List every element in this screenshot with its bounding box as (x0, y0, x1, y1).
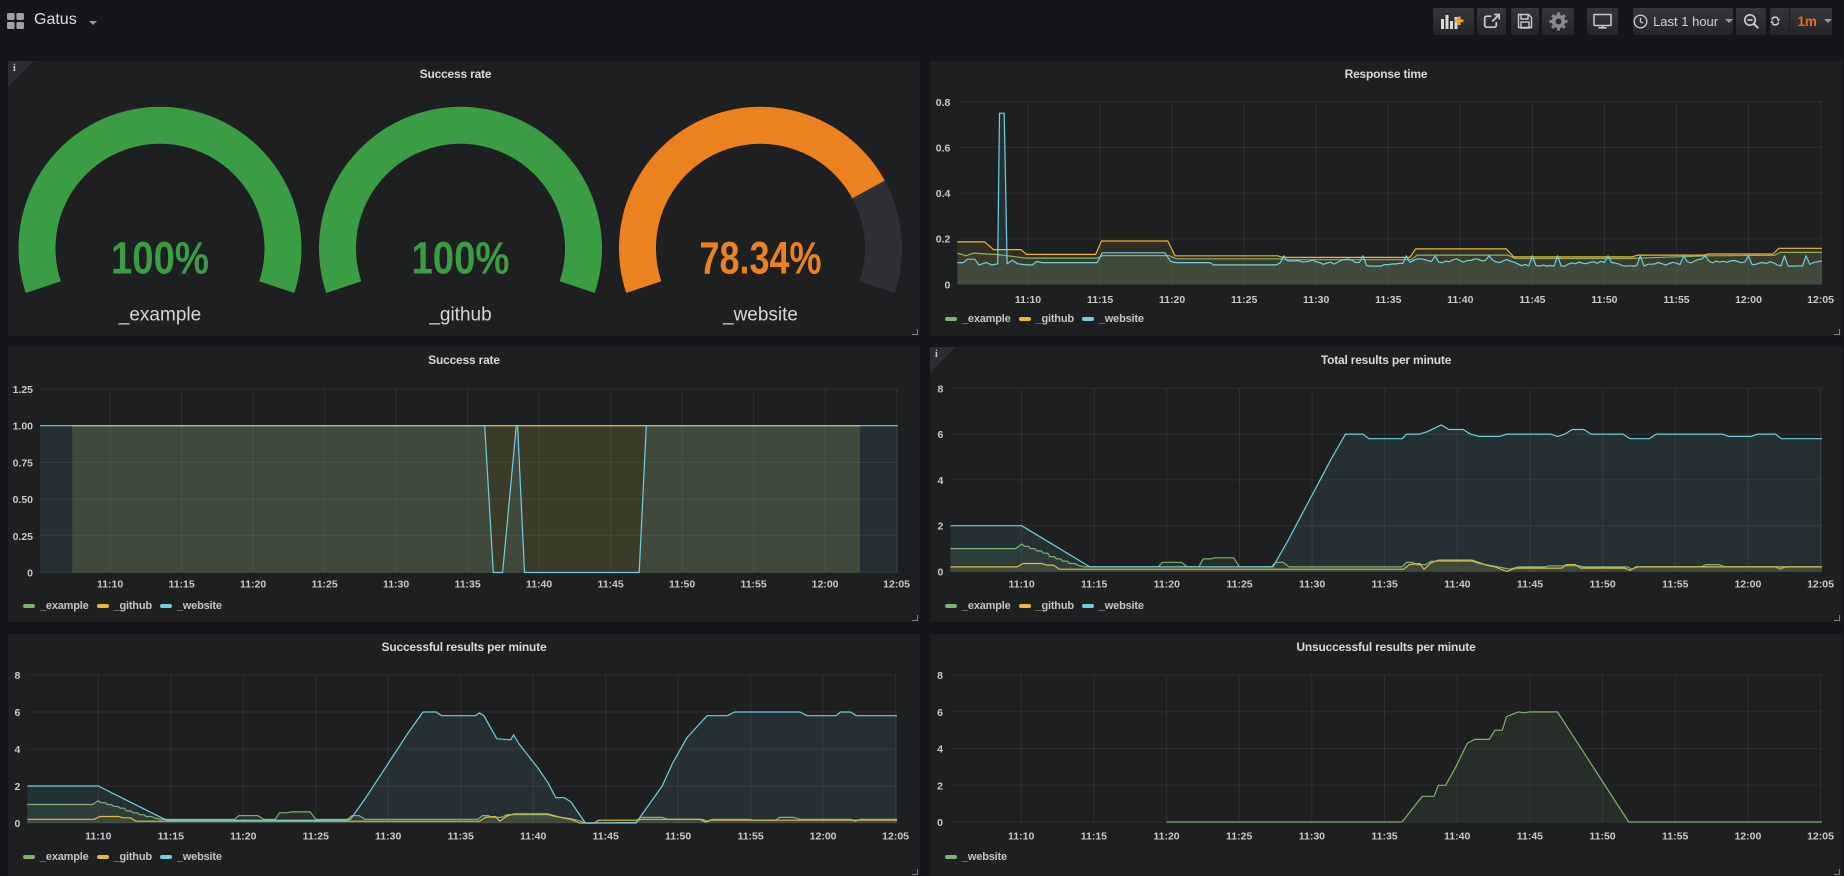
svg-text:11:55: 11:55 (1662, 579, 1688, 591)
svg-text:11:55: 11:55 (1663, 294, 1689, 306)
svg-text:_github: _github (428, 304, 491, 325)
svg-text:11:35: 11:35 (454, 579, 480, 591)
svg-text:0: 0 (27, 568, 33, 580)
svg-text:11:15: 11:15 (168, 579, 194, 591)
svg-text:1.25: 1.25 (13, 384, 34, 396)
svg-text:11:45: 11:45 (1517, 579, 1543, 591)
svg-text:11:40: 11:40 (1447, 294, 1473, 306)
svg-text:11:25: 11:25 (1226, 579, 1252, 591)
svg-text:0.6: 0.6 (936, 142, 951, 154)
svg-text:11:10: 11:10 (1008, 831, 1034, 843)
svg-text:0: 0 (14, 818, 20, 830)
svg-text:11:50: 11:50 (665, 831, 691, 843)
svg-text:0.8: 0.8 (936, 97, 951, 109)
svg-text:11:25: 11:25 (1231, 294, 1257, 306)
svg-text:11:40: 11:40 (520, 831, 546, 843)
svg-text:0.50: 0.50 (13, 494, 34, 506)
svg-text:11:35: 11:35 (448, 831, 474, 843)
svg-text:0: 0 (938, 567, 944, 579)
svg-text:4: 4 (938, 475, 944, 487)
svg-text:12:00: 12:00 (1734, 579, 1761, 591)
svg-text:11:45: 11:45 (1517, 831, 1543, 843)
svg-text:11:50: 11:50 (669, 579, 695, 591)
svg-text:11:30: 11:30 (383, 579, 409, 591)
svg-text:11:50: 11:50 (1591, 294, 1617, 306)
svg-text:11:45: 11:45 (593, 831, 619, 843)
svg-text:12:00: 12:00 (810, 831, 837, 843)
svg-text:4: 4 (937, 744, 943, 756)
svg-text:11:30: 11:30 (1299, 831, 1325, 843)
svg-text:2: 2 (14, 781, 20, 793)
svg-text:2: 2 (937, 780, 943, 792)
svg-text:11:20: 11:20 (1153, 831, 1179, 843)
svg-text:11:40: 11:40 (1444, 579, 1470, 591)
svg-text:11:30: 11:30 (375, 831, 401, 843)
svg-text:11:35: 11:35 (1371, 831, 1397, 843)
svg-text:11:45: 11:45 (1519, 294, 1545, 306)
svg-text:11:20: 11:20 (1159, 294, 1185, 306)
svg-text:12:05: 12:05 (1807, 294, 1834, 306)
svg-text:8: 8 (14, 670, 20, 682)
svg-text:11:50: 11:50 (1589, 831, 1615, 843)
svg-text:78.34%: 78.34% (700, 232, 822, 283)
svg-text:100%: 100% (111, 232, 209, 283)
svg-text:0.4: 0.4 (936, 188, 951, 200)
svg-text:11:10: 11:10 (85, 831, 111, 843)
svg-text:8: 8 (938, 383, 944, 395)
svg-text:11:40: 11:40 (526, 579, 552, 591)
svg-text:11:20: 11:20 (1154, 579, 1180, 591)
svg-text:11:40: 11:40 (1444, 831, 1470, 843)
svg-text:11:30: 11:30 (1303, 294, 1329, 306)
svg-text:6: 6 (938, 429, 944, 441)
svg-text:12:00: 12:00 (1735, 294, 1762, 306)
svg-text:11:15: 11:15 (1081, 579, 1107, 591)
svg-text:_website: _website (722, 304, 798, 325)
svg-text:6: 6 (14, 707, 20, 719)
svg-text:8: 8 (937, 670, 943, 682)
svg-text:6: 6 (937, 707, 943, 719)
svg-text:0.2: 0.2 (936, 234, 951, 246)
svg-text:_example: _example (118, 304, 201, 325)
svg-text:0.25: 0.25 (13, 531, 34, 543)
svg-text:0: 0 (937, 817, 943, 829)
svg-text:11:15: 11:15 (158, 831, 184, 843)
svg-text:0.75: 0.75 (13, 457, 34, 469)
svg-text:11:25: 11:25 (1226, 831, 1252, 843)
svg-text:4: 4 (14, 744, 20, 756)
svg-text:11:15: 11:15 (1081, 831, 1107, 843)
svg-text:12:05: 12:05 (1807, 579, 1834, 591)
svg-text:11:15: 11:15 (1087, 294, 1113, 306)
svg-text:11:25: 11:25 (311, 579, 337, 591)
svg-text:12:00: 12:00 (1734, 831, 1761, 843)
svg-text:11:55: 11:55 (737, 831, 763, 843)
svg-text:11:10: 11:10 (97, 579, 123, 591)
svg-text:100%: 100% (412, 232, 510, 283)
svg-text:11:45: 11:45 (597, 579, 623, 591)
svg-text:11:35: 11:35 (1372, 579, 1398, 591)
svg-text:12:05: 12:05 (1807, 831, 1834, 843)
svg-text:11:30: 11:30 (1299, 579, 1325, 591)
svg-text:12:05: 12:05 (883, 579, 910, 591)
svg-text:1.00: 1.00 (13, 421, 34, 433)
svg-text:0: 0 (945, 279, 951, 291)
svg-text:11:35: 11:35 (1375, 294, 1401, 306)
svg-text:11:10: 11:10 (1008, 579, 1034, 591)
svg-text:11:55: 11:55 (740, 579, 766, 591)
svg-text:12:05: 12:05 (882, 831, 909, 843)
svg-text:2: 2 (938, 521, 944, 533)
svg-text:11:55: 11:55 (1662, 831, 1688, 843)
svg-text:11:20: 11:20 (240, 579, 266, 591)
svg-text:11:50: 11:50 (1589, 579, 1615, 591)
svg-text:11:10: 11:10 (1015, 294, 1041, 306)
svg-text:11:25: 11:25 (303, 831, 329, 843)
svg-text:11:20: 11:20 (230, 831, 256, 843)
svg-text:12:00: 12:00 (812, 579, 839, 591)
